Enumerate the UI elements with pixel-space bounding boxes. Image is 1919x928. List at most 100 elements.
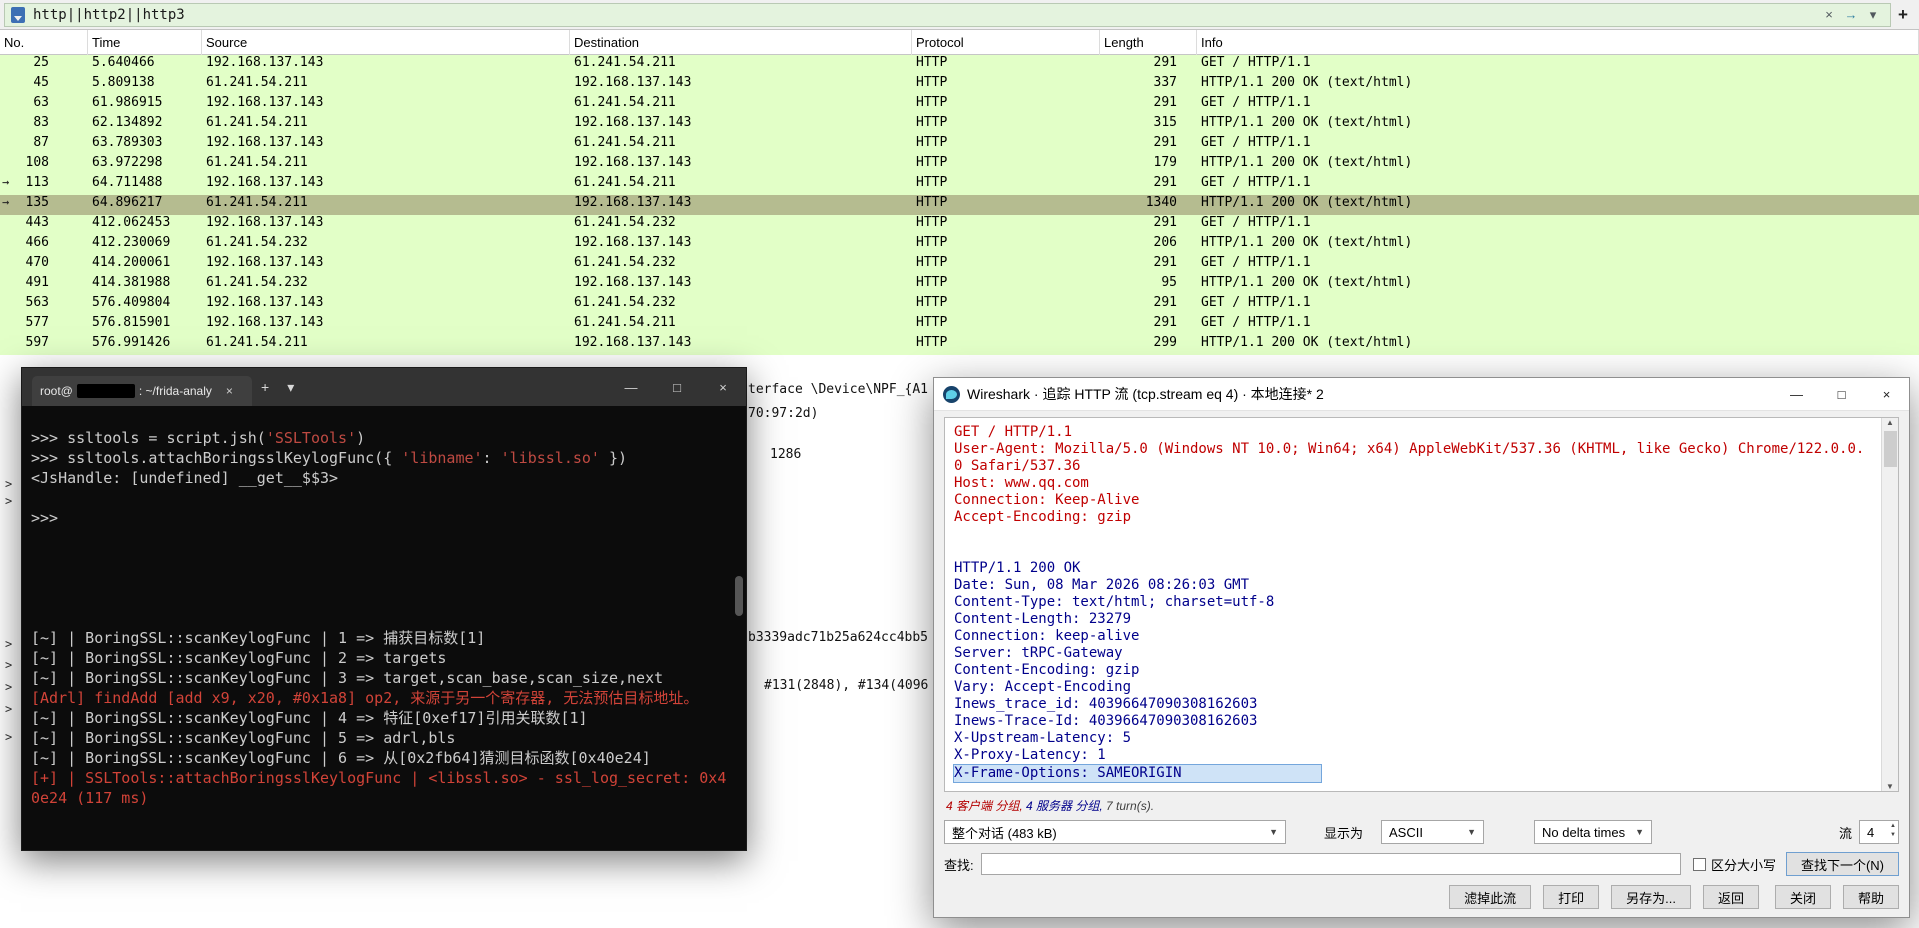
minimize-icon[interactable]: — bbox=[608, 368, 654, 406]
detail-fragment: b3339adc71b25a624cc4bb5 bbox=[748, 630, 929, 645]
delta-times-select[interactable]: No delta times ▼ bbox=[1534, 820, 1653, 844]
column-header-time[interactable]: Time bbox=[88, 30, 202, 55]
packet-info: HTTP/1.1 200 OK (text/html) bbox=[1201, 275, 1413, 290]
packet-row[interactable]: 87 63.789303 192.168.137.143 61.241.54.2… bbox=[0, 135, 1919, 155]
packet-row[interactable]: 135 64.896217 61.241.54.211 192.168.137.… bbox=[0, 195, 1919, 215]
find-input[interactable] bbox=[980, 853, 1681, 875]
tree-expander-icon[interactable]: > bbox=[5, 477, 12, 491]
scroll-down-icon[interactable]: ▼ bbox=[1886, 782, 1894, 791]
print-button[interactable]: 打印 bbox=[1543, 885, 1600, 909]
filter-history-icon[interactable]: ▾ bbox=[1862, 7, 1884, 23]
case-sensitive-checkbox[interactable] bbox=[1692, 857, 1706, 871]
column-header-protocol[interactable]: Protocol bbox=[912, 30, 1100, 55]
display-filter-input[interactable]: http||http2||http3 × → ▾ bbox=[4, 2, 1891, 27]
packet-destination: 192.168.137.143 bbox=[574, 115, 692, 130]
column-header-length[interactable]: Length bbox=[1100, 30, 1197, 55]
tree-expander-icon[interactable]: > bbox=[5, 637, 12, 651]
packet-protocol: HTTP bbox=[916, 195, 948, 210]
show-as-select[interactable]: ASCII ▼ bbox=[1381, 820, 1485, 844]
packet-row[interactable]: 25 5.640466 192.168.137.143 61.241.54.21… bbox=[0, 55, 1919, 75]
stream-number-spinner[interactable]: 4 ▲ ▼ bbox=[1859, 820, 1899, 844]
display-filter-text[interactable]: http||http2||http3 bbox=[33, 7, 1818, 23]
stream-line: Host: www.qq.com bbox=[954, 475, 1089, 491]
spin-up-icon[interactable]: ▲ bbox=[1890, 822, 1896, 831]
packet-row[interactable]: 63 61.986915 192.168.137.143 61.241.54.2… bbox=[0, 95, 1919, 115]
terminal-line: [+] | SSLTools::attachBoringsslKeylogFun… bbox=[31, 769, 727, 807]
packet-row[interactable]: 577 576.815901 192.168.137.143 61.241.54… bbox=[0, 315, 1919, 335]
packet-row[interactable]: 443 412.062453 192.168.137.143 61.241.54… bbox=[0, 215, 1919, 235]
maximize-icon[interactable]: □ bbox=[1819, 378, 1864, 411]
new-tab-button[interactable]: + bbox=[252, 379, 278, 395]
column-header-source[interactable]: Source bbox=[202, 30, 570, 55]
packet-time: 63.789303 bbox=[92, 135, 163, 150]
stream-text-area[interactable]: GET / HTTP/1.1 User-Agent: Mozilla/5.0 (… bbox=[944, 417, 1899, 792]
filter-out-stream-button[interactable]: 滤掉此流 bbox=[1449, 885, 1532, 909]
minimize-icon[interactable]: — bbox=[1774, 378, 1819, 411]
stream-scrollbar[interactable]: ▲ ▼ bbox=[1881, 418, 1898, 791]
packet-row[interactable]: 113 64.711488 192.168.137.143 61.241.54.… bbox=[0, 175, 1919, 195]
display-filter-bar: http||http2||http3 × → ▾ + bbox=[0, 0, 1919, 30]
stream-line: X-Frame-Options: SAMEORIGIN bbox=[952, 764, 1323, 783]
maximize-icon[interactable]: □ bbox=[654, 368, 700, 406]
close-button[interactable]: 关闭 bbox=[1774, 885, 1831, 909]
packet-length: 95 bbox=[1161, 275, 1177, 290]
packet-destination: 61.241.54.232 bbox=[574, 255, 676, 270]
filter-bookmark-icon[interactable] bbox=[11, 6, 25, 23]
scroll-up-icon[interactable]: ▲ bbox=[1886, 418, 1894, 427]
find-label: 查找: bbox=[944, 857, 974, 873]
tree-expander-icon[interactable]: > bbox=[5, 680, 12, 694]
packet-row[interactable]: 108 63.972298 61.241.54.211 192.168.137.… bbox=[0, 155, 1919, 175]
conversation-select[interactable]: 整个对话 (483 kB) ▼ bbox=[944, 820, 1286, 844]
packet-row[interactable]: 597 576.991426 61.241.54.211 192.168.137… bbox=[0, 335, 1919, 355]
terminal-line: >>> ssltools.attachBoringsslKeylogFunc({… bbox=[31, 449, 628, 467]
clear-filter-icon[interactable]: × bbox=[1818, 7, 1840, 22]
packet-row[interactable]: 563 576.409804 192.168.137.143 61.241.54… bbox=[0, 295, 1919, 315]
detail-fragment: 70:97:2d) bbox=[748, 406, 819, 421]
dialog-titlebar[interactable]: Wireshark · 追踪 HTTP 流 (tcp.stream eq 4) … bbox=[934, 378, 1909, 411]
tree-expander-icon[interactable]: > bbox=[5, 730, 12, 744]
stream-line: Inews-Trace-Id: 40396647090308162603 bbox=[954, 713, 1258, 729]
packet-protocol: HTTP bbox=[916, 275, 948, 290]
packet-row[interactable]: 470 414.200061 192.168.137.143 61.241.54… bbox=[0, 255, 1919, 275]
packet-row[interactable]: 466 412.230069 61.241.54.232 192.168.137… bbox=[0, 235, 1919, 255]
find-next-button[interactable]: 查找下一个(N) bbox=[1785, 852, 1899, 876]
save-as-button[interactable]: 另存为... bbox=[1611, 885, 1691, 909]
tree-expander-icon[interactable]: > bbox=[5, 494, 12, 508]
packet-row[interactable]: 45 5.809138 61.241.54.211 192.168.137.14… bbox=[0, 75, 1919, 95]
packet-row[interactable]: 83 62.134892 61.241.54.211 192.168.137.1… bbox=[0, 115, 1919, 135]
stream-line: User-Agent: Mozilla/5.0 (Windows NT 10.0… bbox=[954, 441, 1865, 474]
packet-time: 576.409804 bbox=[92, 295, 171, 310]
add-filter-button[interactable]: + bbox=[1891, 5, 1915, 25]
packet-list-header: No. Time Source Destination Protocol Len… bbox=[0, 30, 1919, 55]
packet-info: GET / HTTP/1.1 bbox=[1201, 255, 1311, 270]
packet-time: 62.134892 bbox=[92, 115, 163, 130]
column-header-no[interactable]: No. bbox=[0, 30, 88, 55]
column-header-info[interactable]: Info bbox=[1197, 30, 1919, 55]
packet-protocol: HTTP bbox=[916, 215, 948, 230]
packet-time: 412.062453 bbox=[92, 215, 171, 230]
terminal-titlebar[interactable]: root@ : ~/frida-analy × + ▾ — □ × bbox=[22, 368, 746, 406]
terminal-scrollbar[interactable] bbox=[735, 576, 743, 616]
back-button[interactable]: 返回 bbox=[1702, 885, 1759, 909]
close-icon[interactable]: × bbox=[1864, 378, 1909, 411]
packet-no: 597 bbox=[25, 335, 49, 350]
column-header-destination[interactable]: Destination bbox=[570, 30, 912, 55]
tree-expander-icon[interactable]: > bbox=[5, 658, 12, 672]
packet-row[interactable]: 491 414.381988 61.241.54.232 192.168.137… bbox=[0, 275, 1919, 295]
scrollbar-thumb[interactable] bbox=[1883, 431, 1897, 467]
terminal-output[interactable]: >>> ssltools = script.jsh('SSLTools') >>… bbox=[22, 406, 746, 850]
stream-line: X-Upstream-Latency: 5 bbox=[954, 730, 1132, 746]
help-button[interactable]: 帮助 bbox=[1842, 885, 1899, 909]
tree-expander-icon[interactable]: > bbox=[5, 702, 12, 716]
packet-source: 61.241.54.232 bbox=[206, 235, 308, 250]
spin-down-icon[interactable]: ▼ bbox=[1890, 831, 1896, 840]
stream-line: X-Proxy-Latency: 1 bbox=[954, 747, 1106, 763]
close-icon[interactable]: × bbox=[700, 368, 746, 406]
packet-source: 192.168.137.143 bbox=[206, 215, 324, 230]
tab-dropdown-icon[interactable]: ▾ bbox=[278, 379, 303, 396]
apply-filter-icon[interactable]: → bbox=[1840, 7, 1862, 22]
tab-close-icon[interactable]: × bbox=[226, 384, 233, 398]
terminal-tab[interactable]: root@ : ~/frida-analy × bbox=[32, 376, 252, 406]
